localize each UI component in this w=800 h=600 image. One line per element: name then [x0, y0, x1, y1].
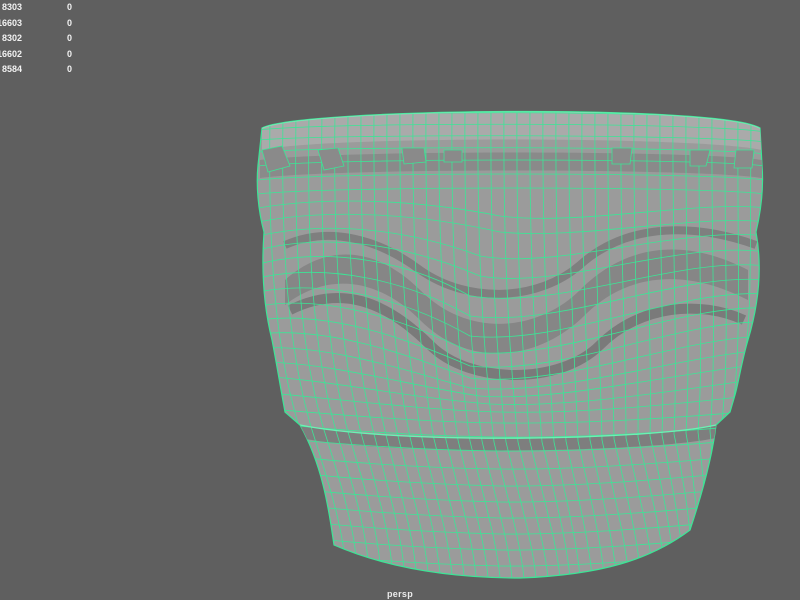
pot-mesh-model[interactable]: [0, 0, 800, 600]
perspective-viewport[interactable]: 8303 0 16603 0 8302 0 16602 0 8584 0: [0, 0, 800, 600]
camera-name-label: persp: [386, 589, 413, 599]
